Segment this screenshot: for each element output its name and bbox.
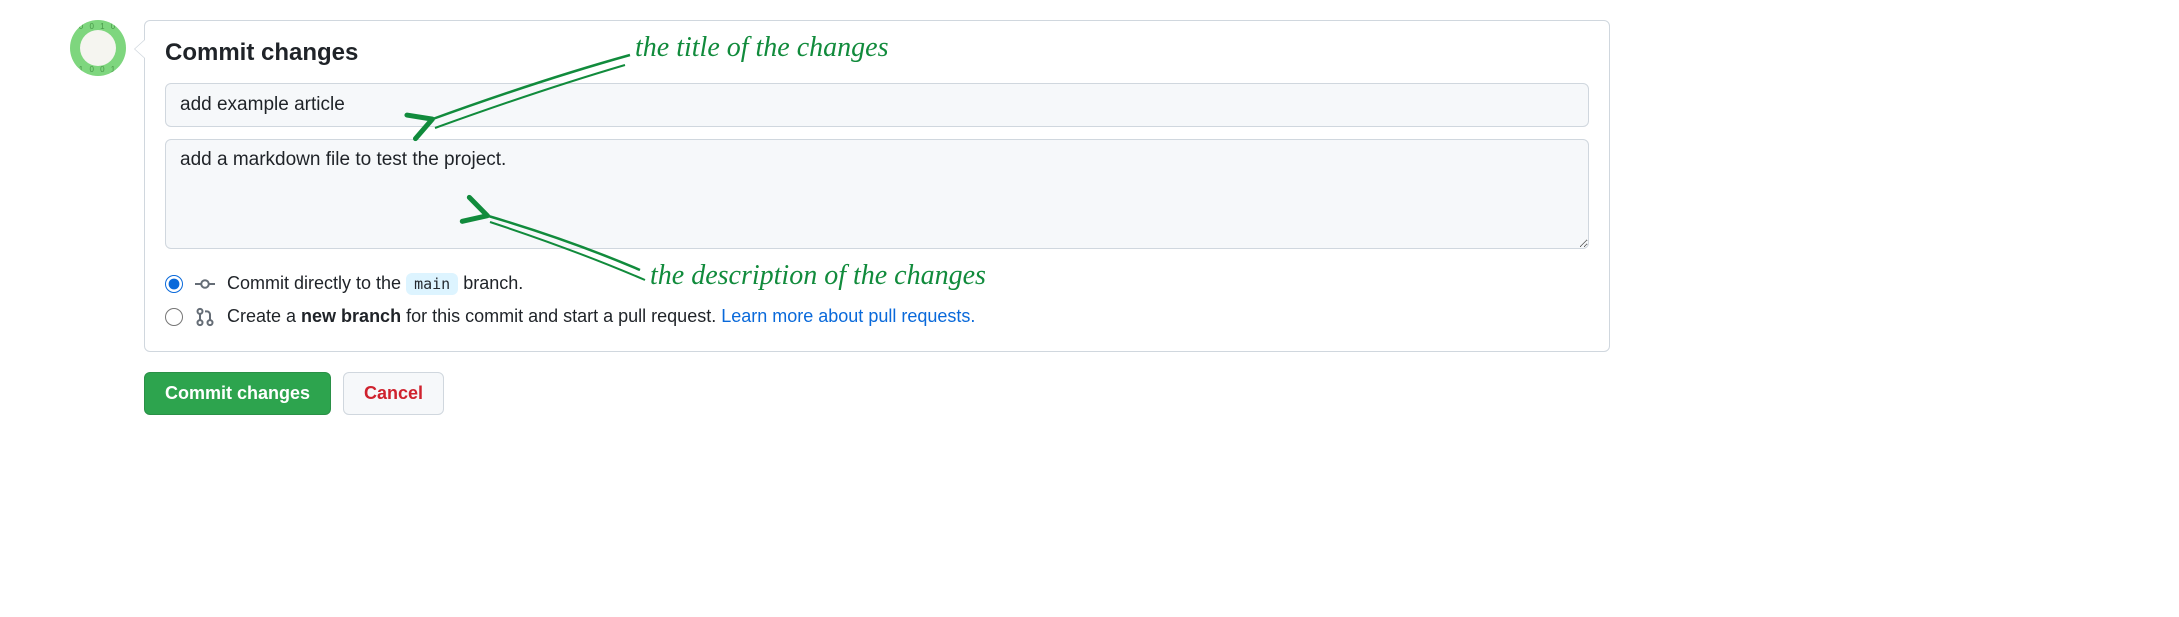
commit-direct-radio-row[interactable]: Commit directly to the main branch. (165, 267, 1589, 300)
panel-title: Commit changes (165, 39, 1589, 67)
commit-description-textarea[interactable] (165, 139, 1589, 249)
create-branch-radio[interactable] (165, 308, 183, 326)
commit-direct-radio[interactable] (165, 275, 183, 293)
commit-direct-label: Commit directly to the main branch. (227, 273, 523, 294)
learn-more-link[interactable]: Learn more about pull requests. (721, 306, 975, 326)
create-branch-label: Create a new branch for this commit and … (227, 306, 975, 327)
create-branch-radio-row[interactable]: Create a new branch for this commit and … (165, 300, 1589, 333)
branch-name-chip: main (406, 273, 458, 295)
avatar (70, 20, 126, 76)
commit-changes-button[interactable]: Commit changes (144, 372, 331, 415)
commit-summary-input[interactable] (165, 83, 1589, 127)
cancel-button[interactable]: Cancel (343, 372, 444, 415)
git-pull-request-icon (195, 307, 215, 327)
commit-panel: Commit changes Commit directly to the ma… (144, 20, 1610, 352)
panel-caret (134, 39, 145, 59)
git-commit-icon (195, 274, 215, 294)
